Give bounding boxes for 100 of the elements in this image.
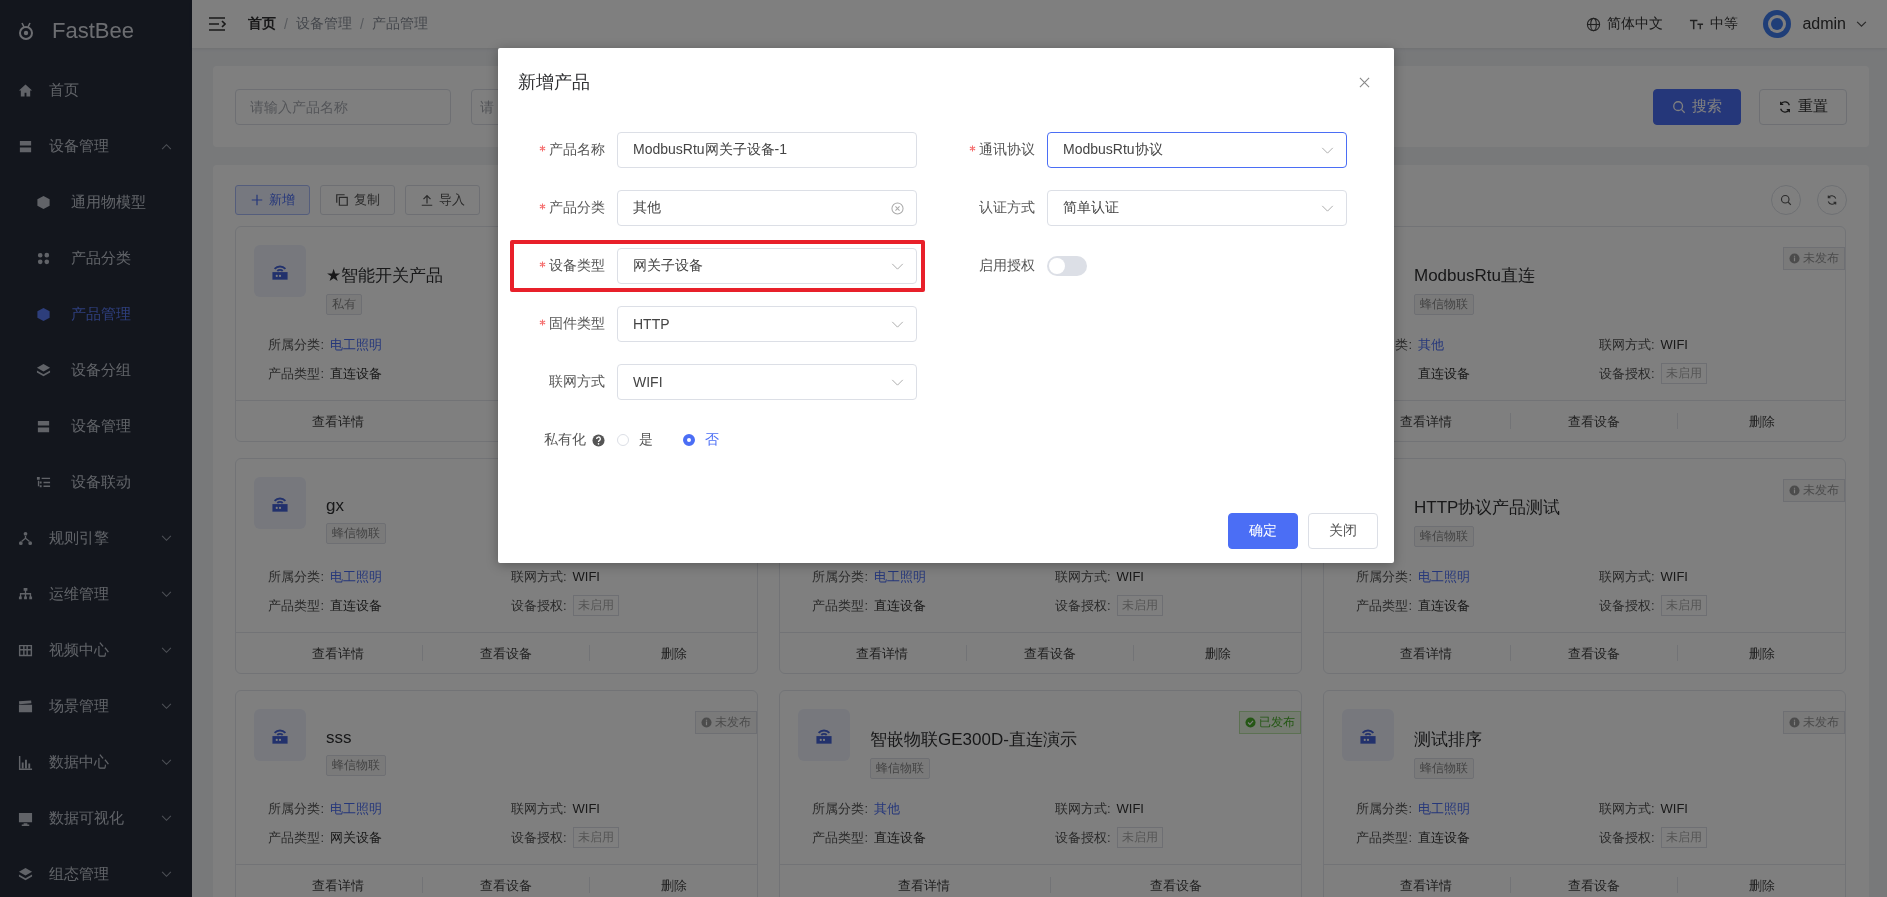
card-action-button[interactable]: 查看详情 (1342, 645, 1510, 661)
sidebar-item[interactable]: 组态管理 (0, 846, 192, 897)
select-field[interactable]: WIFI (617, 364, 917, 400)
globe-icon[interactable] (1586, 16, 1602, 32)
sidebar-item[interactable]: 数据可视化 (0, 790, 192, 846)
search-toggle-button[interactable] (1771, 185, 1801, 215)
field-value: 电工照明 (1418, 567, 1470, 586)
field-value: 直连设备 (874, 596, 926, 615)
product-name[interactable]: HTTP协议产品测试 (1414, 496, 1561, 519)
card-action-button[interactable]: 查看设备 (421, 645, 590, 661)
grid-icon (18, 642, 33, 658)
card-action-button[interactable]: 查看设备 (1509, 413, 1678, 429)
select-field[interactable]: 简单认证 (1047, 190, 1347, 226)
toolbar-button[interactable]: 导入 (405, 185, 480, 215)
field-value: WIFI (572, 569, 600, 584)
card-action-button[interactable]: 查看设备 (965, 645, 1134, 661)
field-label: 所属分类: (1355, 567, 1412, 586)
size-selector[interactable]: 中等 (1710, 15, 1739, 33)
sidebar-subitem[interactable]: 设备管理 (0, 398, 192, 454)
sidebar-subitem[interactable]: 设备分组 (0, 342, 192, 398)
card-action-button[interactable]: 查看设备 (1049, 877, 1301, 893)
field-label: 联网方式: (1597, 567, 1655, 586)
field-label: 设备授权: (1597, 364, 1655, 383)
field-value: WIFI (1116, 801, 1144, 816)
info-icon (1789, 485, 1800, 496)
sidebar-item[interactable]: 视频中心 (0, 622, 192, 678)
card-action-button[interactable]: 查看设备 (1509, 645, 1678, 661)
product-name[interactable]: 测试排序 (1414, 728, 1482, 751)
card-action-button[interactable]: 删除 (1677, 645, 1845, 661)
field-value: 电工照明 (330, 335, 382, 354)
sidebar-subitem[interactable]: 设备联动 (0, 454, 192, 510)
card-action-button[interactable]: 查看详情 (1342, 877, 1510, 893)
field-label: 固件类型 (549, 315, 605, 333)
card-action-button[interactable]: 查看设备 (1509, 877, 1678, 893)
toolbar-button[interactable]: 复制 (320, 185, 395, 215)
refresh-icon (1778, 99, 1792, 114)
field-value: 电工照明 (874, 567, 926, 586)
refresh-button[interactable] (1817, 185, 1847, 215)
sidebar-item[interactable]: 数据中心 (0, 734, 192, 790)
caret-icon[interactable] (1856, 20, 1867, 28)
sitemap-icon (18, 586, 33, 602)
field-label: 产品类型: (267, 596, 324, 615)
card-action-button[interactable]: 删除 (589, 645, 757, 661)
avatar-icon[interactable] (1762, 9, 1793, 39)
field-value: 网关设备 (330, 828, 382, 847)
help-icon[interactable] (592, 433, 605, 447)
clear-icon[interactable] (891, 201, 904, 215)
product-name[interactable]: 智嵌物联GE300D-直连演示 (870, 728, 1077, 751)
sidebar-subitem[interactable]: 通用物模型 (0, 174, 192, 230)
product-name[interactable]: sss (326, 728, 352, 748)
sidebar-subitem[interactable]: 产品分类 (0, 230, 192, 286)
field-value: 其他 (874, 799, 900, 818)
breadcrumb-link[interactable]: 首页 (248, 15, 276, 33)
chevron-icon (161, 590, 172, 598)
card-action-button[interactable]: 删除 (1677, 413, 1845, 429)
list-tree-icon (36, 474, 51, 490)
product-name[interactable]: ★智能开关产品 (326, 264, 444, 287)
card-action-button[interactable]: 查看设备 (421, 877, 590, 893)
sidebar-item[interactable]: 设备管理 (0, 118, 192, 174)
breadcrumb-separator: / (359, 16, 364, 32)
text-field[interactable]: 其他 (617, 190, 917, 226)
text-field[interactable]: ModbusRtu网关子设备-1 (617, 132, 917, 168)
select-field[interactable]: HTTP (617, 306, 917, 342)
sidebar-item[interactable]: 规则引擎 (0, 510, 192, 566)
info-icon (701, 717, 712, 728)
card-action-button[interactable]: 查看详情 (798, 645, 966, 661)
menu-toggle-icon[interactable] (208, 16, 226, 32)
radio-option[interactable]: 否 (683, 431, 719, 449)
reset-button[interactable]: 重置 (1759, 88, 1847, 125)
card-action-button[interactable]: 删除 (1677, 877, 1845, 893)
card-action-button[interactable]: 查看详情 (254, 645, 422, 661)
confirm-button[interactable]: 确定 (1228, 513, 1298, 549)
chevron-icon (1321, 204, 1334, 212)
field-label: 联网方式: (1053, 567, 1111, 586)
app-logo-text: FastBee (52, 18, 134, 44)
product-name[interactable]: gx (326, 496, 344, 516)
user-name[interactable]: admin (1802, 15, 1846, 33)
card-action-button[interactable]: 查看详情 (798, 877, 1050, 893)
field-value: 其他 (1418, 335, 1444, 354)
card-action-button[interactable]: 删除 (1133, 645, 1301, 661)
toolbar-button[interactable]: 新增 (235, 185, 310, 215)
field-label: 所属分类: (267, 799, 324, 818)
card-action-button[interactable]: 查看详情 (254, 877, 422, 893)
toggle-switch[interactable] (1047, 256, 1087, 276)
card-action-button[interactable]: 查看详情 (254, 413, 422, 429)
sidebar-item[interactable]: 运维管理 (0, 566, 192, 622)
sidebar-item[interactable]: 首页 (0, 62, 192, 118)
close-icon[interactable] (1359, 76, 1370, 88)
select-field[interactable]: 网关子设备 (617, 248, 917, 284)
radio-option[interactable]: 是 (617, 431, 653, 449)
search-button[interactable]: 搜索 (1653, 88, 1741, 125)
select-field[interactable]: ModbusRtu协议 (1047, 132, 1347, 168)
chevron-icon (891, 320, 904, 328)
card-action-button[interactable]: 删除 (589, 877, 757, 893)
sidebar-item[interactable]: 场景管理 (0, 678, 192, 734)
product-name[interactable]: ModbusRtu直连 (1414, 264, 1535, 287)
card-action-button[interactable]: 查看详情 (1342, 413, 1510, 429)
close-button[interactable]: 关闭 (1308, 513, 1378, 549)
field-label: 启用授权 (979, 257, 1035, 275)
language-selector[interactable]: 简体中文 (1607, 15, 1664, 33)
